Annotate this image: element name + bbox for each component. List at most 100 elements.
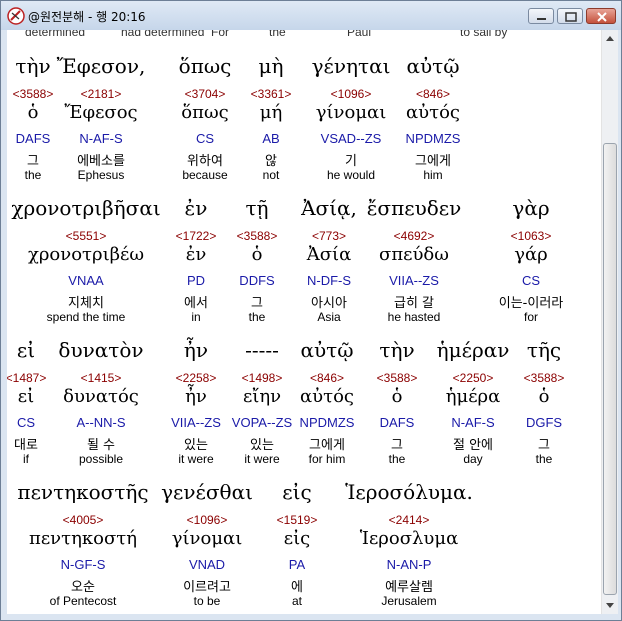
korean-gloss: 절 안에: [452, 438, 494, 453]
morphology-code: DAFS: [15, 131, 51, 146]
greek-word[interactable]: εἰς: [282, 480, 311, 504]
korean-gloss: 오순: [71, 580, 95, 595]
greek-word[interactable]: γενέσθαι: [161, 480, 253, 504]
strong-number[interactable]: <5551>: [66, 229, 107, 243]
morphology-code: AB: [262, 131, 280, 146]
korean-gloss: 될 수: [86, 438, 116, 453]
strong-number[interactable]: <1415>: [81, 371, 122, 385]
korean-gloss: 있는: [184, 438, 208, 453]
scroll-down-icon[interactable]: [602, 597, 618, 614]
lemma: γάρ: [514, 244, 548, 265]
strong-number[interactable]: <2258>: [176, 371, 217, 385]
english-gloss: the: [248, 310, 266, 324]
vertical-scrollbar[interactable]: [601, 30, 618, 614]
greek-word[interactable]: γένηται: [312, 54, 391, 78]
strong-number[interactable]: <3361>: [251, 87, 292, 101]
greek-word[interactable]: τὴν: [15, 54, 50, 78]
english-gloss: of Pentecost: [49, 594, 117, 608]
strong-number[interactable]: <1063>: [511, 229, 552, 243]
greek-word[interactable]: τῆς: [527, 338, 561, 362]
lemma: ὁ: [251, 244, 263, 265]
english-gloss: for: [523, 310, 539, 324]
strong-number[interactable]: <1096>: [187, 513, 228, 527]
greek-word[interactable]: ἡμέραν: [437, 338, 510, 362]
scroll-up-icon[interactable]: [602, 30, 618, 47]
greek-word[interactable]: Ἱεροσόλυμα.: [345, 480, 473, 504]
korean-gloss: 그: [27, 154, 39, 169]
scroll-thumb[interactable]: [603, 143, 617, 595]
maximize-button[interactable]: [557, 8, 583, 24]
greek-word[interactable]: εἰ: [17, 338, 35, 362]
greek-word[interactable]: τῇ: [245, 196, 268, 220]
strong-number[interactable]: <3588>: [237, 229, 278, 243]
greek-word[interactable]: δυνατὸν: [58, 338, 143, 362]
greek-word[interactable]: μὴ: [259, 54, 284, 78]
greek-word[interactable]: τὴν: [379, 338, 414, 362]
previous-line-word: determined: [25, 30, 86, 39]
strong-number[interactable]: <3588>: [524, 371, 565, 385]
english-gloss: in: [191, 310, 201, 324]
strong-number[interactable]: <1487>: [7, 371, 46, 385]
english-gloss: if: [23, 452, 29, 466]
lemma: δυνατός: [63, 386, 139, 407]
title-bar[interactable]: @원전분해 - 행 20:16: [1, 1, 621, 30]
korean-gloss: 이르려고: [183, 580, 231, 595]
strong-number[interactable]: <1519>: [277, 513, 318, 527]
morphology-code: VIIA--ZS: [389, 273, 439, 288]
english-gloss: the: [388, 452, 406, 466]
interlinear-view[interactable]: determined had determined For the Paul to sai…: [7, 30, 601, 614]
greek-word[interactable]: ἐν: [185, 196, 208, 220]
english-gloss: Ephesus: [77, 168, 125, 182]
lemma: εἰ: [17, 386, 35, 407]
strong-number[interactable]: <846>: [310, 371, 344, 385]
strong-number[interactable]: <1096>: [331, 87, 372, 101]
english-gloss: he hasted: [387, 310, 441, 324]
greek-word[interactable]: πεντηκοστῆς: [17, 480, 148, 504]
greek-word[interactable]: Ἔφεσον,: [57, 54, 146, 78]
korean-gloss: 위하여: [187, 154, 223, 169]
korean-gloss: 그: [251, 296, 263, 311]
strong-number[interactable]: <1498>: [242, 371, 283, 385]
morphology-code: VNAD: [188, 557, 226, 572]
greek-word[interactable]: αὐτῷ: [300, 338, 353, 362]
morphology-code: VNAA: [68, 273, 104, 288]
greek-word[interactable]: ἔσπευδεν: [367, 196, 462, 220]
morphology-code: VSAD--ZS: [320, 131, 382, 146]
greek-word[interactable]: Ἀσίᾳ,: [301, 196, 357, 220]
greek-word[interactable]: αὐτῷ: [406, 54, 459, 78]
english-gloss: it were: [244, 452, 280, 466]
strong-number[interactable]: <2250>: [453, 371, 494, 385]
strong-number[interactable]: <3588>: [13, 87, 54, 101]
minimize-button[interactable]: [528, 8, 554, 24]
greek-word[interactable]: -----: [245, 338, 279, 362]
previous-line-word: to sail by: [460, 30, 508, 39]
strong-number[interactable]: <3704>: [185, 87, 226, 101]
strong-number[interactable]: <4692>: [394, 229, 435, 243]
close-button[interactable]: [586, 8, 616, 24]
english-gloss: the: [24, 168, 42, 182]
lemma: πεντηκοστή: [29, 528, 137, 549]
lemma: ἐν: [185, 244, 207, 265]
strong-number[interactable]: <4005>: [63, 513, 104, 527]
morphology-code: A--NN-S: [76, 415, 126, 430]
korean-gloss: 않: [265, 154, 277, 169]
english-gloss: possible: [78, 452, 124, 466]
korean-gloss: 기: [345, 154, 357, 169]
english-gloss: spend the time: [46, 310, 126, 324]
greek-word[interactable]: ἦν: [184, 338, 208, 362]
greek-word[interactable]: γὰρ: [512, 196, 549, 220]
window-title: @원전분해 - 행 20:16: [28, 10, 146, 24]
strong-number[interactable]: <2414>: [389, 513, 430, 527]
strong-number[interactable]: <1722>: [176, 229, 217, 243]
strong-number[interactable]: <3588>: [377, 371, 418, 385]
strong-number[interactable]: <846>: [416, 87, 450, 101]
previous-line-word: For: [211, 30, 229, 39]
lemma: γίνομαι: [171, 528, 243, 549]
lemma: ἦν: [185, 386, 207, 407]
korean-gloss: 이는-이러라: [498, 296, 564, 311]
previous-line-strip: determined had determined For the Paul to sai…: [7, 30, 601, 44]
greek-word[interactable]: χρονοτριβῆσαι: [11, 196, 160, 220]
strong-number[interactable]: <2181>: [81, 87, 122, 101]
strong-number[interactable]: <773>: [312, 229, 346, 243]
greek-word[interactable]: ὅπως: [179, 54, 232, 78]
